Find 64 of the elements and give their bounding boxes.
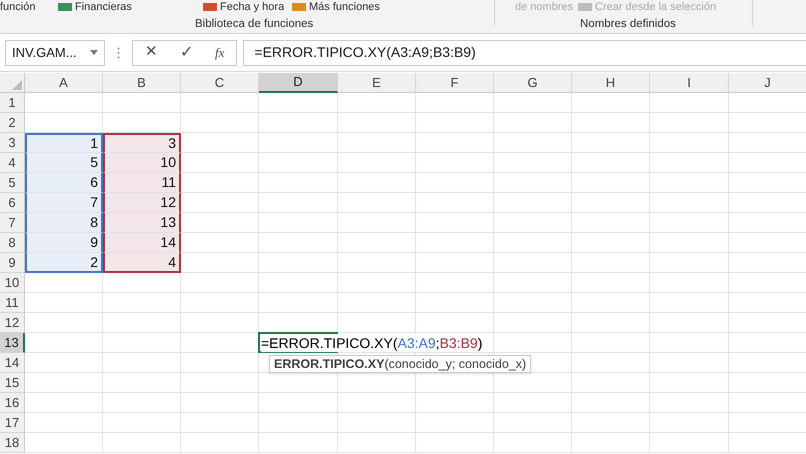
row-header[interactable]: 3 — [0, 133, 25, 153]
ribbon-command[interactable]: Más funciones — [309, 0, 380, 14]
row-header[interactable]: 9 — [0, 253, 25, 273]
column-header[interactable]: C — [181, 73, 259, 93]
insert-function-button[interactable]: fx — [215, 42, 224, 62]
row-header[interactable]: 18 — [0, 433, 25, 453]
table-cell: 14 — [103, 233, 181, 253]
table-cell: 8 — [25, 213, 103, 233]
ribbon-command[interactable]: Financieras — [75, 0, 132, 14]
table-cell: 7 — [25, 193, 103, 213]
column-header[interactable]: G — [494, 73, 572, 93]
row-header[interactable]: 17 — [0, 413, 25, 433]
function-category-icon — [292, 3, 306, 11]
row-header[interactable]: 14 — [0, 353, 25, 373]
row-header[interactable]: 10 — [0, 273, 25, 293]
table-cell: 2 — [25, 253, 103, 273]
table-cell: 6 — [25, 173, 103, 193]
table-cell: 12 — [103, 193, 181, 213]
row-header[interactable]: 11 — [0, 293, 25, 313]
row-header[interactable]: 5 — [0, 173, 25, 193]
name-box[interactable]: INV.GAM... — [5, 40, 105, 66]
ribbon-command[interactable]: función — [0, 0, 36, 14]
table-cell: 1 — [25, 133, 103, 153]
caret-icon — [90, 50, 98, 55]
table-cell: 5 — [25, 153, 103, 173]
row-header[interactable]: 16 — [0, 393, 25, 413]
column-header[interactable]: E — [338, 73, 416, 93]
function-tooltip: ERROR.TIPICO.XY(conocido_y; conocido_x) — [269, 355, 532, 373]
dots-icon — [117, 46, 120, 58]
row-header[interactable]: 12 — [0, 313, 25, 333]
column-header[interactable]: J — [729, 73, 806, 93]
row-header[interactable]: 15 — [0, 373, 25, 393]
table-cell: 4 — [103, 253, 181, 273]
column-header[interactable]: I — [650, 73, 729, 93]
row-header[interactable]: 13 — [0, 333, 25, 353]
name-box-value: INV.GAM... — [12, 44, 77, 62]
column-header[interactable]: H — [572, 73, 650, 93]
table-cell: 11 — [103, 173, 181, 193]
row-header[interactable]: 2 — [0, 113, 25, 133]
row-header[interactable]: 7 — [0, 213, 25, 233]
ribbon-command[interactable]: Fecha y hora — [220, 0, 284, 14]
ribbon-group-label: Nombres definidos — [580, 17, 676, 32]
row-header[interactable]: 6 — [0, 193, 25, 213]
cell-formula[interactable]: =ERROR.TIPICO.XY(A3:A9;B3:B9) — [261, 334, 484, 352]
table-cell: 3 — [103, 133, 181, 153]
ribbon-group-label: Biblioteca de funciones — [195, 17, 314, 32]
select-all-icon[interactable] — [12, 80, 22, 90]
table-cell: 10 — [103, 153, 181, 173]
function-category-icon — [203, 3, 217, 11]
function-category-icon — [578, 3, 592, 11]
column-header[interactable]: A — [25, 73, 103, 93]
enter-button[interactable]: ✓ — [180, 40, 193, 64]
function-category-icon — [58, 3, 72, 11]
column-header[interactable]: F — [416, 73, 494, 93]
row-header[interactable]: 8 — [0, 233, 25, 253]
table-cell: 13 — [103, 213, 181, 233]
row-header[interactable]: 4 — [0, 153, 25, 173]
column-header[interactable]: B — [103, 73, 181, 93]
formula-text: =ERROR.TIPICO.XY(A3:A9;B3:B9) — [254, 43, 476, 62]
row-header[interactable]: 1 — [0, 93, 25, 113]
column-header[interactable]: D — [259, 73, 338, 93]
formula-field[interactable]: =ERROR.TIPICO.XY(A3:A9;B3:B9) — [243, 40, 806, 66]
cancel-button[interactable]: ✕ — [145, 41, 158, 64]
table-cell: 9 — [25, 233, 103, 253]
